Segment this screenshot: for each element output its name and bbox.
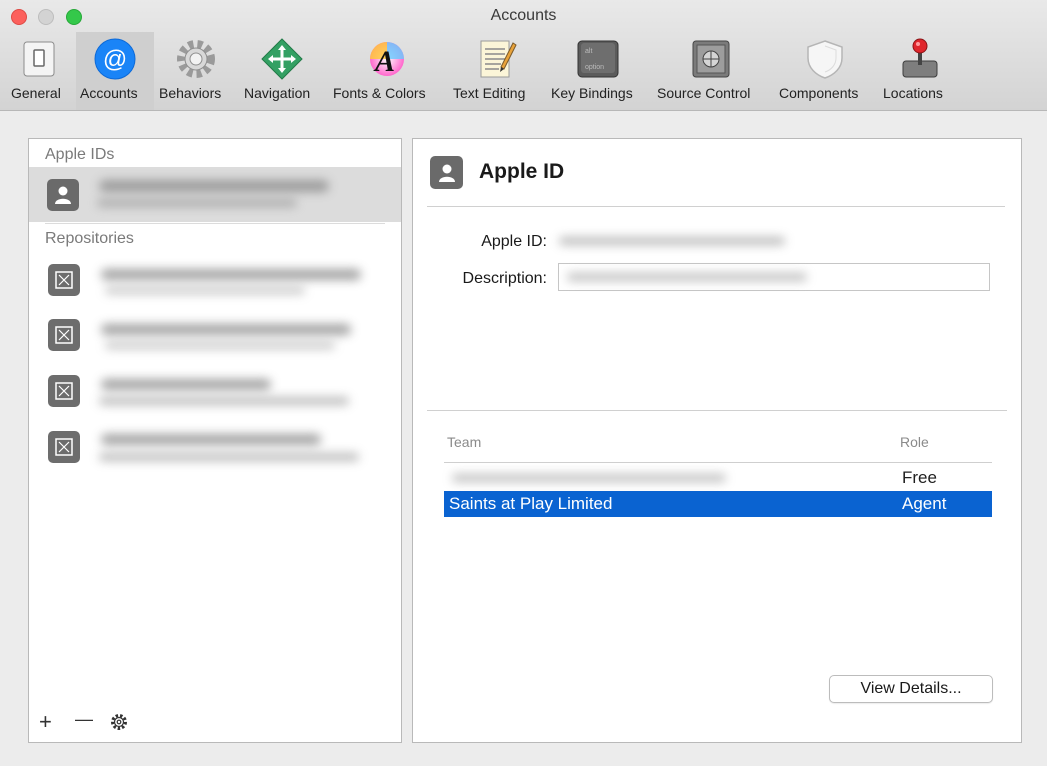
window-title: Accounts <box>490 7 557 24</box>
joystick-icon <box>898 37 942 81</box>
apple-id-detail-panel: Apple ID Apple ID: Description: Team Rol… <box>412 138 1022 743</box>
apple-id-row[interactable] <box>29 167 401 222</box>
user-icon <box>47 179 79 211</box>
repository-icon <box>48 319 80 351</box>
apple-ids-header: Apple IDs <box>45 146 115 163</box>
description-field[interactable] <box>558 263 990 291</box>
toolbar-label: Navigation <box>244 85 311 101</box>
redacted-repository-detail <box>99 453 359 461</box>
navigation-arrows-icon <box>260 37 304 81</box>
team-role: Agent <box>902 494 947 513</box>
repository-icon <box>48 375 80 407</box>
team-row[interactable]: Free <box>444 465 992 491</box>
toolbar-label: Source Control <box>657 85 751 101</box>
section-divider <box>427 410 1007 411</box>
title-divider <box>427 206 1005 207</box>
detail-title: Apple ID <box>479 160 565 183</box>
toolbar-item-navigation[interactable]: Navigation <box>238 32 326 110</box>
keyboard-key-icon: alt option <box>576 37 620 81</box>
toolbar-label: General <box>11 85 61 101</box>
toolbar-item-fonts-colors[interactable]: A Fonts & Colors <box>330 32 442 110</box>
svg-text:A: A <box>373 45 395 78</box>
section-divider <box>45 223 385 224</box>
description-label: Description: <box>462 270 547 287</box>
toolbar-item-accounts[interactable]: @ Accounts <box>76 32 154 110</box>
redacted-repository <box>101 324 351 335</box>
toolbar-label: Locations <box>883 85 943 101</box>
repository-row[interactable] <box>29 425 401 475</box>
add-account-button[interactable]: + <box>39 711 52 733</box>
view-details-button[interactable]: View Details... <box>829 675 993 703</box>
title-bar: Accounts General @ Accounts Behaviors Na… <box>0 0 1047 111</box>
redacted-repository <box>101 269 361 280</box>
apple-id-label: Apple ID: <box>481 233 547 250</box>
team-column-header[interactable]: Team <box>447 434 481 450</box>
toolbar-label: Text Editing <box>453 85 526 101</box>
toolbar-label: Behaviors <box>159 85 222 101</box>
role-column-header[interactable]: Role <box>900 434 929 450</box>
shield-icon <box>803 37 847 81</box>
toolbar-item-general[interactable]: General <box>6 32 72 110</box>
redacted-repository-detail <box>105 287 305 294</box>
redacted-repository-detail <box>105 342 335 349</box>
toolbar-label: Key Bindings <box>551 85 633 101</box>
repository-icon <box>48 431 80 463</box>
redacted-apple-id-detail <box>97 199 297 207</box>
redacted-description <box>567 273 807 281</box>
svg-text:@: @ <box>103 46 127 73</box>
redacted-apple-id-value <box>559 237 785 245</box>
gear-icon <box>174 37 218 81</box>
svg-text:option: option <box>585 64 604 71</box>
user-icon <box>430 156 463 189</box>
font-colors-icon: A <box>364 37 408 81</box>
redacted-repository <box>101 434 321 445</box>
header-divider <box>444 462 992 463</box>
repository-row[interactable] <box>29 369 401 419</box>
text-editing-icon <box>474 37 518 81</box>
gear-icon[interactable] <box>109 712 129 737</box>
remove-account-button[interactable]: — <box>75 710 93 728</box>
toolbar-item-key-bindings[interactable]: alt option Key Bindings <box>548 32 648 110</box>
redacted-repository <box>101 379 271 390</box>
toolbar-item-text-editing[interactable]: Text Editing <box>448 32 544 110</box>
repository-row[interactable] <box>29 314 401 364</box>
accounts-sidebar: Apple IDs Repositories + — <box>28 138 402 743</box>
toolbar-label: Fonts & Colors <box>333 85 426 101</box>
repositories-header: Repositories <box>45 230 134 247</box>
toolbar-item-source-control[interactable]: Source Control <box>652 32 770 110</box>
repository-icon <box>48 264 80 296</box>
redacted-apple-id <box>99 180 329 192</box>
toolbar-item-behaviors[interactable]: Behaviors <box>158 32 234 110</box>
general-icon <box>17 37 61 81</box>
svg-text:alt: alt <box>585 48 592 55</box>
team-role: Free <box>902 468 937 487</box>
redacted-team-name <box>452 474 726 482</box>
team-name: Saints at Play Limited <box>449 494 613 513</box>
toolbar-label: Components <box>779 85 859 101</box>
redacted-repository-detail <box>99 397 349 405</box>
team-row-selected[interactable]: Saints at Play Limited Agent <box>444 491 992 517</box>
safe-icon <box>689 37 733 81</box>
repository-row[interactable] <box>29 259 401 309</box>
toolbar-item-components[interactable]: Components <box>774 32 876 110</box>
at-sign-icon: @ <box>93 37 137 81</box>
toolbar-label: Accounts <box>80 85 138 101</box>
toolbar-item-locations[interactable]: Locations <box>880 32 960 110</box>
